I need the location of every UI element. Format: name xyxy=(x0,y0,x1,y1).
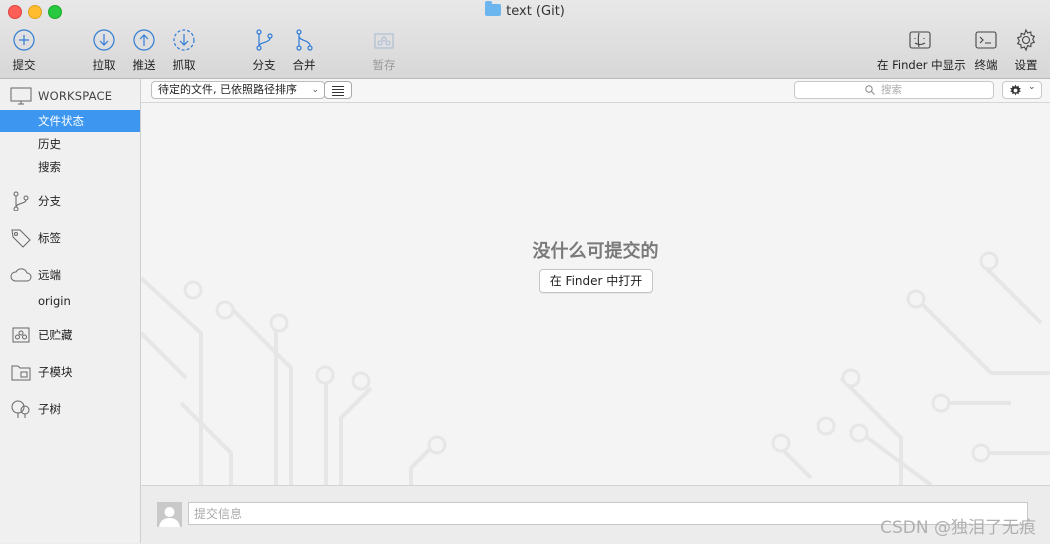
branches-label: 分支 xyxy=(38,194,61,208)
search-icon xyxy=(865,85,875,95)
list-line xyxy=(332,95,344,96)
tags-label: 标签 xyxy=(38,231,61,245)
sidebar-item-search[interactable]: 搜索 xyxy=(0,156,140,178)
stash-label: 暂存 xyxy=(372,58,396,72)
merge-icon xyxy=(296,29,313,51)
origin-label: origin xyxy=(38,294,71,308)
folder-icon xyxy=(485,1,502,16)
sidebar-item-remotes[interactable]: 远端 xyxy=(0,264,140,286)
settings-button[interactable]: 设置 xyxy=(1003,28,1049,73)
avatar xyxy=(157,502,182,527)
commit-label: 提交 xyxy=(12,58,36,72)
sidebar-item-stashes[interactable]: 已贮藏 xyxy=(0,324,140,346)
stash-icon xyxy=(374,33,394,49)
fetch-label: 抓取 xyxy=(172,58,196,72)
gear-icon xyxy=(1016,28,1036,52)
sidebar-item-tags[interactable]: 标签 xyxy=(0,227,140,249)
finder-icon xyxy=(909,31,931,49)
stash-button[interactable]: 暂存 xyxy=(361,28,407,73)
terminal-icon xyxy=(975,31,997,49)
file-status-pane: 没什么可提交的 在 Finder 中打开 xyxy=(141,103,1050,485)
commit-button[interactable]: 提交 xyxy=(1,28,47,73)
tree-icon xyxy=(11,400,30,418)
sidebar-item-branches[interactable]: 分支 xyxy=(0,190,140,212)
sidebar-item-history[interactable]: 历史 xyxy=(0,133,140,155)
history-label: 历史 xyxy=(38,137,61,151)
arrow-up-circle-icon xyxy=(133,29,155,51)
tag-icon xyxy=(11,229,31,248)
subtrees-label: 子树 xyxy=(38,402,61,416)
chevron-down-icon: ⌄ xyxy=(311,85,319,95)
sidebar-item-subtrees[interactable]: 子树 xyxy=(0,398,140,420)
window-title: text (Git) xyxy=(0,1,1050,21)
cloud-icon xyxy=(10,268,32,282)
remotes-label: 远端 xyxy=(38,268,61,282)
search-placeholder: 搜索 xyxy=(881,84,902,96)
workspace-label: WORKSPACE xyxy=(38,89,113,103)
filter-bar: 待定的文件, 已依照路径排序 ⌄ 搜索 ⌄ xyxy=(141,79,1050,103)
folder-icon xyxy=(11,365,31,381)
settings-label: 设置 xyxy=(1014,58,1038,72)
open-in-finder-button[interactable]: 在 Finder 中打开 xyxy=(539,269,653,293)
sidebar-workspace-header[interactable]: WORKSPACE xyxy=(0,85,140,107)
file-status-label: 文件状态 xyxy=(38,114,84,128)
search-input[interactable]: 搜索 xyxy=(794,81,994,99)
sidebar-item-submodules[interactable]: 子模块 xyxy=(0,361,140,383)
list-line xyxy=(332,89,344,90)
fetch-button[interactable]: 抓取 xyxy=(161,28,207,73)
sidebar: WORKSPACE 文件状态 历史 搜索 分支 标签 远端 origin 已贮藏… xyxy=(0,79,141,543)
view-options-button[interactable]: ⌄ xyxy=(1002,81,1042,99)
merge-button[interactable]: 合并 xyxy=(281,28,327,73)
monitor-icon xyxy=(10,87,32,105)
show-in-finder-button[interactable]: 在 Finder 中显示 xyxy=(877,28,966,73)
list-line xyxy=(332,92,344,93)
window-title-text: text (Git) xyxy=(506,4,565,19)
search-label: 搜索 xyxy=(38,160,61,174)
chevron-down-icon: ⌄ xyxy=(1028,82,1036,92)
stashes-label: 已贮藏 xyxy=(38,328,73,342)
gear-icon xyxy=(1010,84,1021,96)
arrow-down-circle-icon xyxy=(93,29,115,51)
watermark-text: CSDN @独泪了无痕 xyxy=(880,518,1036,538)
sidebar-item-file-status[interactable]: 文件状态 xyxy=(0,110,140,132)
app-window: text (Git) 提交 拉取 推送 抓取 分支 合并 暂存 在 Finder… xyxy=(0,0,1050,544)
circuit-background xyxy=(141,251,1050,485)
file-sort-dropdown[interactable]: 待定的文件, 已依照路径排序 ⌄ xyxy=(151,81,325,99)
empty-state-message: 没什么可提交的 xyxy=(532,241,659,262)
branch-icon xyxy=(256,29,273,51)
stash-icon xyxy=(12,327,30,343)
branch-icon xyxy=(13,191,29,211)
plus-circle-icon xyxy=(13,29,35,51)
file-sort-value: 待定的文件, 已依照路径排序 xyxy=(158,83,297,96)
list-view-button[interactable] xyxy=(324,81,352,99)
fetch-dashed-circle-icon xyxy=(173,29,195,51)
merge-label: 合并 xyxy=(292,58,316,72)
submodules-label: 子模块 xyxy=(38,365,73,379)
list-line xyxy=(332,86,344,87)
title-toolbar: text (Git) 提交 拉取 推送 抓取 分支 合并 暂存 在 Finder… xyxy=(0,0,1050,79)
user-icon xyxy=(159,507,180,527)
sidebar-item-origin[interactable]: origin xyxy=(0,290,140,312)
